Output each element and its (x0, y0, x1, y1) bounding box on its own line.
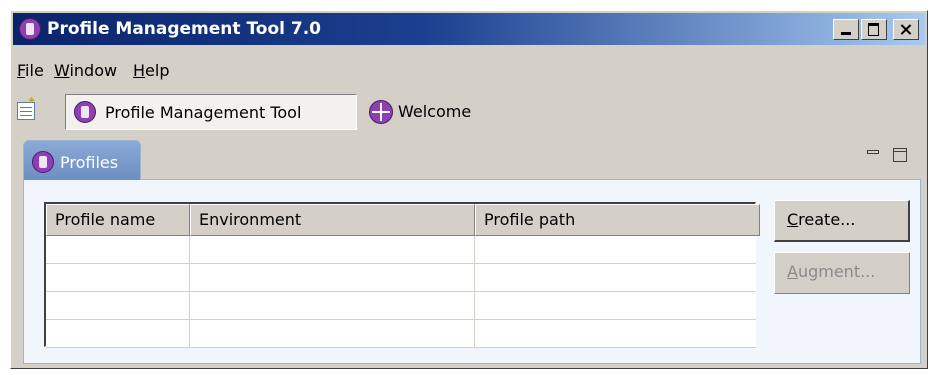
menu-file-label: ile (25, 61, 44, 80)
profiles-table[interactable]: Profile name Environment Profile path (44, 202, 760, 348)
view-body: Profile name Environment Profile path Cr… (23, 180, 921, 364)
column-header-profile-path[interactable]: Profile path (475, 204, 760, 236)
table-cell (190, 236, 475, 264)
welcome-icon[interactable] (369, 100, 393, 124)
table-row[interactable] (46, 292, 756, 320)
column-header-environment[interactable]: Environment (190, 204, 475, 236)
augment-button: Augment... (774, 252, 910, 294)
table-cell (46, 292, 190, 320)
table-cell (46, 320, 190, 348)
view-maximize-icon[interactable] (893, 148, 907, 162)
view-minimize-icon[interactable] (867, 150, 879, 154)
table-cell (46, 264, 190, 292)
title-bar[interactable]: Profile Management Tool 7.0 (13, 13, 925, 45)
profiles-view: Profiles Profile name Environment Profil… (19, 140, 923, 364)
table-cell (190, 320, 475, 348)
profile-tool-icon (19, 18, 41, 40)
open-perspective-icon[interactable] (17, 94, 36, 120)
menu-window[interactable]: Window (54, 61, 117, 80)
menu-help-label: elp (145, 61, 170, 80)
profile-tool-icon (74, 101, 96, 123)
table-cell (475, 320, 760, 348)
table-row[interactable] (46, 264, 756, 292)
create-button[interactable]: Create... (774, 200, 910, 242)
table-cell (190, 264, 475, 292)
tab-profiles-label: Profiles (60, 153, 119, 172)
table-cell (475, 264, 760, 292)
table-row[interactable] (46, 320, 756, 348)
window-title: Profile Management Tool 7.0 (47, 19, 322, 39)
create-mnemonic: C (787, 210, 799, 229)
profiles-icon (32, 151, 54, 173)
perspective-label: Profile Management Tool (105, 103, 302, 122)
menu-file-mnemonic: F (17, 61, 26, 80)
augment-label: ugment... (797, 262, 876, 281)
close-button[interactable] (893, 19, 919, 40)
table-cell (190, 292, 475, 320)
table-row[interactable] (46, 236, 756, 264)
table-cell (475, 236, 760, 264)
table-cell (475, 292, 760, 320)
column-header-profile-name[interactable]: Profile name (46, 204, 190, 236)
tab-profiles[interactable]: Profiles (23, 140, 141, 180)
app-window: Profile Management Tool 7.0 File Window … (10, 10, 928, 369)
menu-window-label: indow (69, 61, 118, 80)
menu-help-mnemonic: H (133, 61, 146, 80)
menu-window-mnemonic: W (54, 61, 70, 80)
augment-mnemonic: A (787, 262, 798, 281)
perspective-profile-management-tool[interactable]: Profile Management Tool (65, 94, 357, 130)
maximize-button[interactable] (861, 19, 887, 40)
perspective-welcome[interactable]: Welcome (398, 102, 471, 121)
minimize-button[interactable] (833, 19, 859, 40)
menu-file[interactable]: File (17, 61, 44, 80)
menu-help[interactable]: Help (133, 61, 169, 80)
table-header: Profile name Environment Profile path (46, 204, 760, 236)
create-label: reate... (798, 210, 856, 229)
table-cell (46, 236, 190, 264)
